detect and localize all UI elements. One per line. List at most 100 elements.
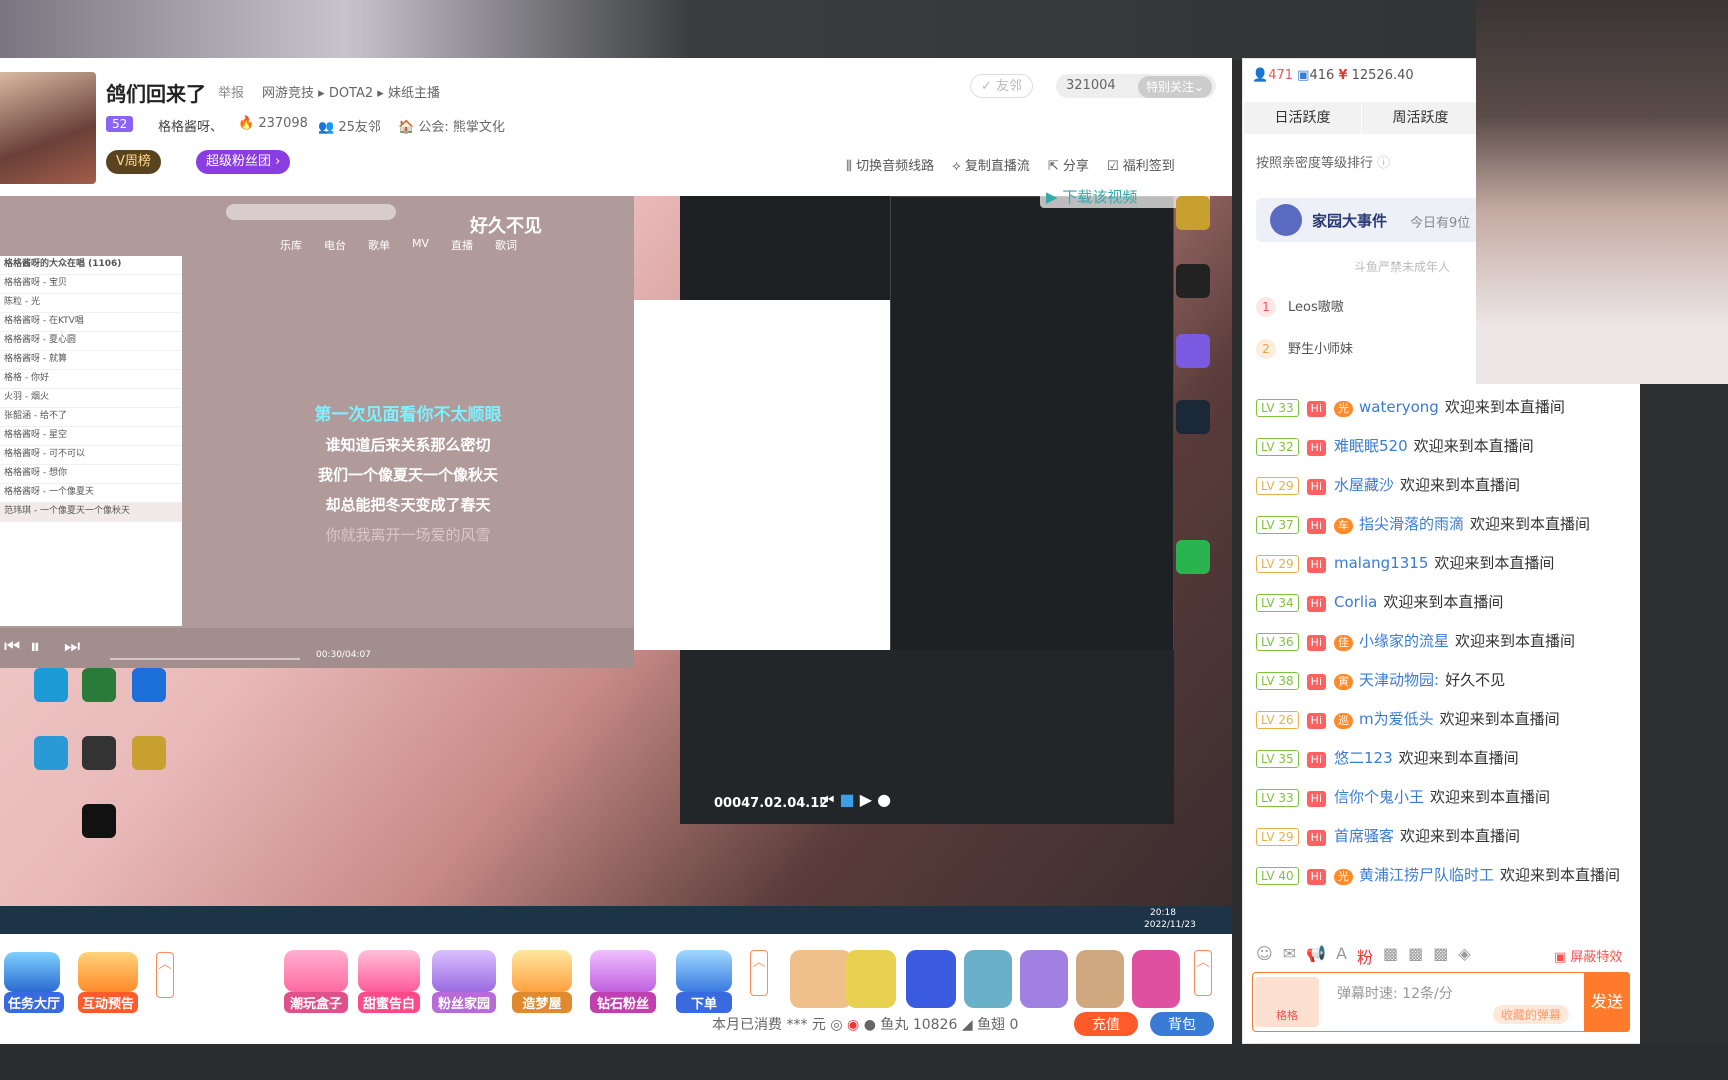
pause-icon[interactable]: ⏸ <box>30 634 40 658</box>
expand-arrow[interactable]: ︿ <box>1194 950 1212 996</box>
shield-effects-toggle[interactable]: ▣ 屏蔽特效 <box>1554 946 1622 965</box>
chat-username[interactable]: wateryong <box>1359 398 1439 416</box>
chat-username[interactable]: 信你个鬼小王 <box>1334 788 1424 806</box>
chat-username[interactable]: m为爱低头 <box>1359 710 1434 728</box>
gift-item[interactable]: 粉丝家园 <box>432 950 496 1013</box>
list-item[interactable]: 张韶涵 - 给不了 <box>0 408 182 427</box>
gift-item[interactable]: 甜蜜告白 <box>358 950 420 1013</box>
send-button[interactable]: 发送 <box>1584 972 1630 1032</box>
list-item[interactable]: 格格酱呀 - 在KTV唱 <box>0 313 182 332</box>
rank-item[interactable]: 2 野生小师妹 <box>1256 338 1353 359</box>
stop-icon[interactable]: ■ <box>840 790 855 809</box>
tab-library[interactable]: 乐库 <box>280 237 302 253</box>
rocket-icon[interactable] <box>906 950 956 1008</box>
emoji-icon[interactable]: ☺ <box>1256 944 1273 968</box>
gift-icon[interactable] <box>964 950 1012 1008</box>
chat-username[interactable]: malang1315 <box>1334 554 1428 572</box>
browser-icon[interactable] <box>132 668 166 702</box>
gift-icon[interactable] <box>1076 950 1124 1008</box>
task-hall-button[interactable]: 任务大厅 <box>4 952 65 1013</box>
gift-icon[interactable] <box>1020 950 1068 1008</box>
host-name[interactable]: 格格酱呀、 <box>158 116 223 135</box>
gift-item[interactable]: 钻石粉丝 <box>590 950 656 1013</box>
list-item[interactable]: 格格酱呀 - 星空 <box>0 427 182 446</box>
vweek-button[interactable]: V周榜 <box>106 150 161 174</box>
follow-button[interactable]: 特别关注⌄ <box>1138 76 1213 98</box>
wow-icon[interactable] <box>132 736 166 770</box>
fan-badge-icon[interactable]: 粉 <box>1357 944 1373 968</box>
checkin-button[interactable]: ☑ 福利签到 <box>1107 155 1175 174</box>
switch-audio-button[interactable]: ⫼ 切换音频线路 <box>846 155 934 174</box>
font-icon[interactable]: A <box>1336 944 1347 968</box>
rank-item[interactable]: 1 Leos嗷嗷 <box>1256 296 1344 317</box>
tiktok-icon[interactable] <box>82 804 116 838</box>
friend-button[interactable]: ✓ 友邻 <box>970 74 1034 98</box>
wechat-icon[interactable] <box>1176 540 1210 574</box>
badge-icon[interactable]: ▩ <box>1383 944 1398 968</box>
obs-icon[interactable] <box>1176 264 1210 298</box>
gift-icon[interactable] <box>846 950 896 1008</box>
breadcrumb-item[interactable]: 妹纸主播 <box>388 86 440 101</box>
host-tag[interactable]: 格格 <box>1255 977 1319 1027</box>
tab-lyrics[interactable]: 歌词 <box>495 237 517 253</box>
daw-editor-pane[interactable] <box>634 300 890 650</box>
daw-toolbar[interactable] <box>680 196 890 300</box>
guild-info[interactable]: 🏠 公会: 熊掌文化 <box>398 116 505 135</box>
pokeball-icon[interactable]: ◉ <box>847 1017 859 1033</box>
list-item[interactable]: 火羽 - 烟火 <box>0 389 182 408</box>
gift-item[interactable]: 造梦屋 <box>512 950 572 1013</box>
steam-icon[interactable] <box>1176 400 1210 434</box>
tab-daily[interactable]: 日活跃度 <box>1244 102 1362 134</box>
player-search-input[interactable] <box>226 204 396 220</box>
eye-icon[interactable]: ◎ <box>830 1017 842 1033</box>
record-icon[interactable]: ● <box>877 790 891 809</box>
expand-arrow[interactable]: ︿ <box>156 952 174 998</box>
play-icon[interactable]: ▶ <box>860 790 872 809</box>
fanclub-button[interactable]: 超级粉丝团 › <box>196 150 291 174</box>
mail-icon[interactable]: ✉ <box>1283 944 1296 968</box>
chat-username[interactable]: 黄浦江捞尸队临时工 <box>1359 866 1494 884</box>
list-item[interactable]: 格格酱呀 - 想你 <box>0 465 182 484</box>
megaphone-icon[interactable]: 📢 <box>1306 944 1326 968</box>
breadcrumb-item[interactable]: 网游竞技 <box>262 86 314 101</box>
now-playing-item[interactable]: 范玮琪 - 一个像夏天一个像秋天 <box>0 503 182 522</box>
app-icon[interactable] <box>34 736 68 770</box>
chat-username[interactable]: 指尖滑落的雨滴 <box>1359 515 1464 533</box>
chat-username[interactable]: 小缘家的流星 <box>1359 632 1449 650</box>
host-avatar[interactable] <box>0 72 96 184</box>
tab-live[interactable]: 直播 <box>451 237 473 253</box>
tab-mv[interactable]: MV <box>412 237 429 253</box>
list-item[interactable]: 格格酱呀 - 夏心圆 <box>0 332 182 351</box>
qq-icon[interactable] <box>34 668 68 702</box>
badge-icon[interactable]: ▩ <box>1433 944 1448 968</box>
rewind-icon[interactable]: ⏮ <box>820 790 834 809</box>
tab-radio[interactable]: 电台 <box>324 237 346 253</box>
list-item[interactable]: 格格酱呀 - 宝贝 <box>0 275 182 294</box>
gift-icon[interactable] <box>1132 950 1180 1008</box>
gift-item[interactable]: 下单 <box>676 950 732 1013</box>
recharge-button[interactable]: 充值 <box>1074 1012 1138 1036</box>
chat-username[interactable]: Corlia <box>1334 593 1377 611</box>
progress-slider[interactable] <box>110 658 300 660</box>
prev-icon[interactable]: ⏮ <box>4 636 20 657</box>
app-icon[interactable] <box>1176 334 1210 368</box>
breadcrumb-item[interactable]: DOTA2 <box>329 86 373 101</box>
tab-playlist[interactable]: 歌单 <box>368 237 390 253</box>
gift-item[interactable]: 潮玩盒子 <box>284 950 348 1013</box>
chat-username[interactable]: 难眠眠520 <box>1334 437 1408 455</box>
copy-stream-button[interactable]: ⟡ 复制直播流 <box>952 155 1030 174</box>
list-item[interactable]: 格格 - 你好 <box>0 370 182 389</box>
expand-arrow[interactable]: ︿ <box>750 950 768 996</box>
badge-icon[interactable]: ▩ <box>1408 944 1423 968</box>
list-item[interactable]: 格格酱呀 - 就算 <box>0 351 182 370</box>
app-icon[interactable] <box>1176 196 1210 230</box>
bag-button[interactable]: 背包 <box>1150 1012 1214 1036</box>
share-button[interactable]: ⇱ 分享 <box>1048 155 1089 174</box>
next-icon[interactable]: ⏭ <box>64 636 80 657</box>
chat-username[interactable]: 首席骚客 <box>1334 827 1394 845</box>
chat-username[interactable]: 悠二123 <box>1334 749 1393 767</box>
app-icon[interactable] <box>82 668 116 702</box>
danmu-input[interactable]: 格格 弹幕时速: 12条/分 收藏的弹幕 <box>1252 972 1630 1032</box>
chat-username[interactable]: 天津动物园: <box>1359 671 1439 689</box>
interactive-preview-button[interactable]: 互动预告 <box>78 952 139 1013</box>
